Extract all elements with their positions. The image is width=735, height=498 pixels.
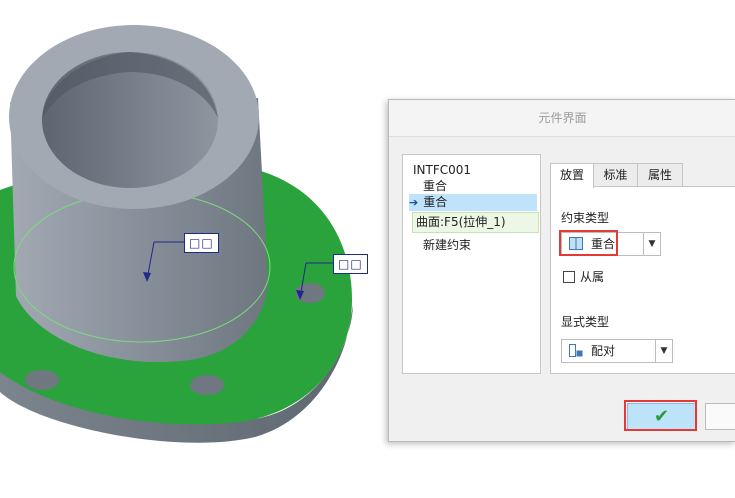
- tab-properties[interactable]: 属性: [637, 163, 683, 187]
- chevron-down-icon[interactable]: ▼: [655, 340, 672, 362]
- arrow-right-icon: ➔: [409, 196, 419, 209]
- tab-bar: 放置 标准 属性: [550, 163, 735, 188]
- ok-button[interactable]: ✔: [627, 403, 696, 430]
- checkmark-icon: ✔: [653, 406, 670, 427]
- tree-item-reference[interactable]: 曲面:F5(拉伸_1): [412, 212, 539, 233]
- offset-type-label: 显式类型: [561, 315, 610, 329]
- tree-item-label: 重合: [423, 195, 448, 209]
- constraint-flag-label[interactable]: □□: [184, 233, 219, 253]
- dialog-title[interactable]: 元件界面: [389, 100, 735, 137]
- constraint-tree: INTFC001 重合 ➔ 重合 曲面:F5(拉伸_1) 新建约束: [402, 154, 541, 374]
- placement-panel: 约束类型 重合 ▼ 从属 显式类型 配对 ▼: [550, 186, 735, 374]
- coincident-icon: [569, 237, 583, 250]
- tab-standard[interactable]: 标准: [593, 163, 638, 187]
- constraint-type-select[interactable]: 重合 ▼: [561, 232, 661, 256]
- cylinder-bore: [42, 52, 218, 188]
- tab-placement[interactable]: 放置: [550, 163, 594, 188]
- constraint-flag-label[interactable]: □□: [333, 254, 368, 274]
- tree-item-constraint[interactable]: 重合: [423, 178, 447, 195]
- offset-type-value: 配对: [591, 344, 616, 358]
- tree-item-selected-constraint[interactable]: ➔ 重合: [409, 194, 537, 211]
- offset-type-select[interactable]: 配对 ▼: [561, 339, 673, 363]
- flip-checkbox[interactable]: [563, 271, 575, 283]
- constraint-type-value: 重合: [591, 237, 616, 251]
- tree-item-root[interactable]: INTFC001: [413, 162, 471, 179]
- mate-icon: [569, 344, 583, 357]
- flange-hole: [25, 370, 59, 390]
- tree-item-new-constraint[interactable]: 新建约束: [423, 237, 471, 254]
- chevron-down-icon[interactable]: ▼: [643, 233, 660, 255]
- flip-label: 从属: [580, 270, 605, 284]
- component-interface-dialog: 元件界面 INTFC001 重合 ➔ 重合 曲面:F5(拉伸_1) 新建约束 放置…: [388, 99, 735, 442]
- cancel-button[interactable]: [705, 403, 735, 430]
- flange-hole: [190, 375, 224, 395]
- constraint-type-label: 约束类型: [561, 211, 610, 225]
